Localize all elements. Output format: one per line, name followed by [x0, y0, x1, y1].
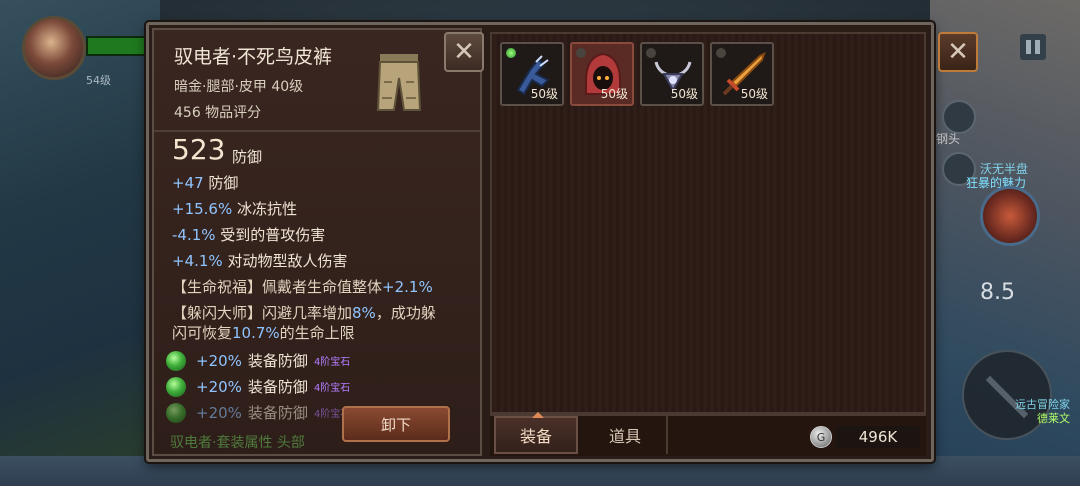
gem-icon	[166, 402, 186, 423]
player-hp-bar	[86, 36, 154, 56]
close-detail-button[interactable]: ✕	[444, 32, 484, 72]
stat-line: +4.1% 对动物型敌人伤害	[172, 252, 348, 270]
equipment-slot[interactable]: 50级	[640, 42, 704, 106]
player-avatar[interactable]	[22, 16, 86, 80]
special-bonus-2: 【躲闪大师】闪避几率增加8%，成功躲	[172, 304, 436, 322]
close-icon: ✕	[947, 37, 969, 67]
camera-toggle-icon[interactable]	[942, 100, 976, 134]
special-bonus-1: 【生命祝福】佩戴者生命值整体+2.1%	[172, 278, 433, 296]
leather-pants-icon	[376, 54, 422, 111]
currency-amount: 496K	[836, 426, 920, 448]
stat-line: +15.6% 冰冻抗性	[172, 200, 298, 218]
equipment-slot[interactable]: 50级	[710, 42, 774, 106]
unequip-button[interactable]: 卸下	[342, 406, 450, 442]
item-type: 暗金·腿部·皮甲 40级	[174, 79, 304, 95]
gem-socket: +20% 装备防御 4阶宝石	[166, 350, 350, 371]
gem-socket: +20% 装备防御 4阶宝石	[166, 402, 350, 423]
attack-button[interactable]	[962, 350, 1052, 440]
gem-icon	[166, 350, 186, 371]
equipment-slot[interactable]: 50级	[500, 42, 564, 106]
game-background-left	[0, 0, 160, 486]
special-bonus-2-cont: 闪可恢复10.7%的生命上限	[172, 324, 355, 342]
stat-line: +47 防御	[172, 174, 239, 192]
close-window-button[interactable]: ✕	[938, 32, 978, 72]
set-bonus-line: 驭电者·套装属性 头部	[170, 435, 305, 451]
cooldown-timer: 8.5	[980, 280, 1015, 305]
main-stat-value: 523	[172, 133, 226, 166]
tab-items[interactable]: 道具	[584, 416, 668, 454]
slot-level: 50级	[740, 87, 768, 101]
item-name: 驭电者·不死鸟皮裤	[174, 46, 333, 68]
silver-coin-icon: G	[810, 426, 832, 448]
enemy-portrait[interactable]	[980, 186, 1040, 246]
slot-level: 50级	[600, 87, 628, 101]
gem-socket: +20% 装备防御 4阶宝石	[166, 376, 350, 397]
player-level: 54级	[86, 74, 111, 87]
item-detail-header: 驭电者·不死鸟皮裤 暗金·腿部·皮甲 40级 456 物品评分	[154, 30, 480, 132]
gem-icon	[166, 376, 186, 397]
npc-name: 德莱文	[1037, 412, 1070, 425]
item-score: 456 物品评分	[174, 105, 262, 121]
equipment-slot[interactable]: 50级	[570, 42, 634, 106]
pause-button[interactable]	[1020, 34, 1046, 60]
stat-line: -4.1% 受到的普攻伤害	[172, 226, 326, 244]
slot-level: 50级	[670, 87, 698, 101]
close-icon: ✕	[453, 37, 475, 67]
side-label: 钢头	[936, 132, 961, 146]
slot-level: 50级	[530, 87, 558, 101]
tab-equipment[interactable]: 装备	[494, 412, 578, 454]
main-stat-label: 防御	[232, 148, 263, 166]
